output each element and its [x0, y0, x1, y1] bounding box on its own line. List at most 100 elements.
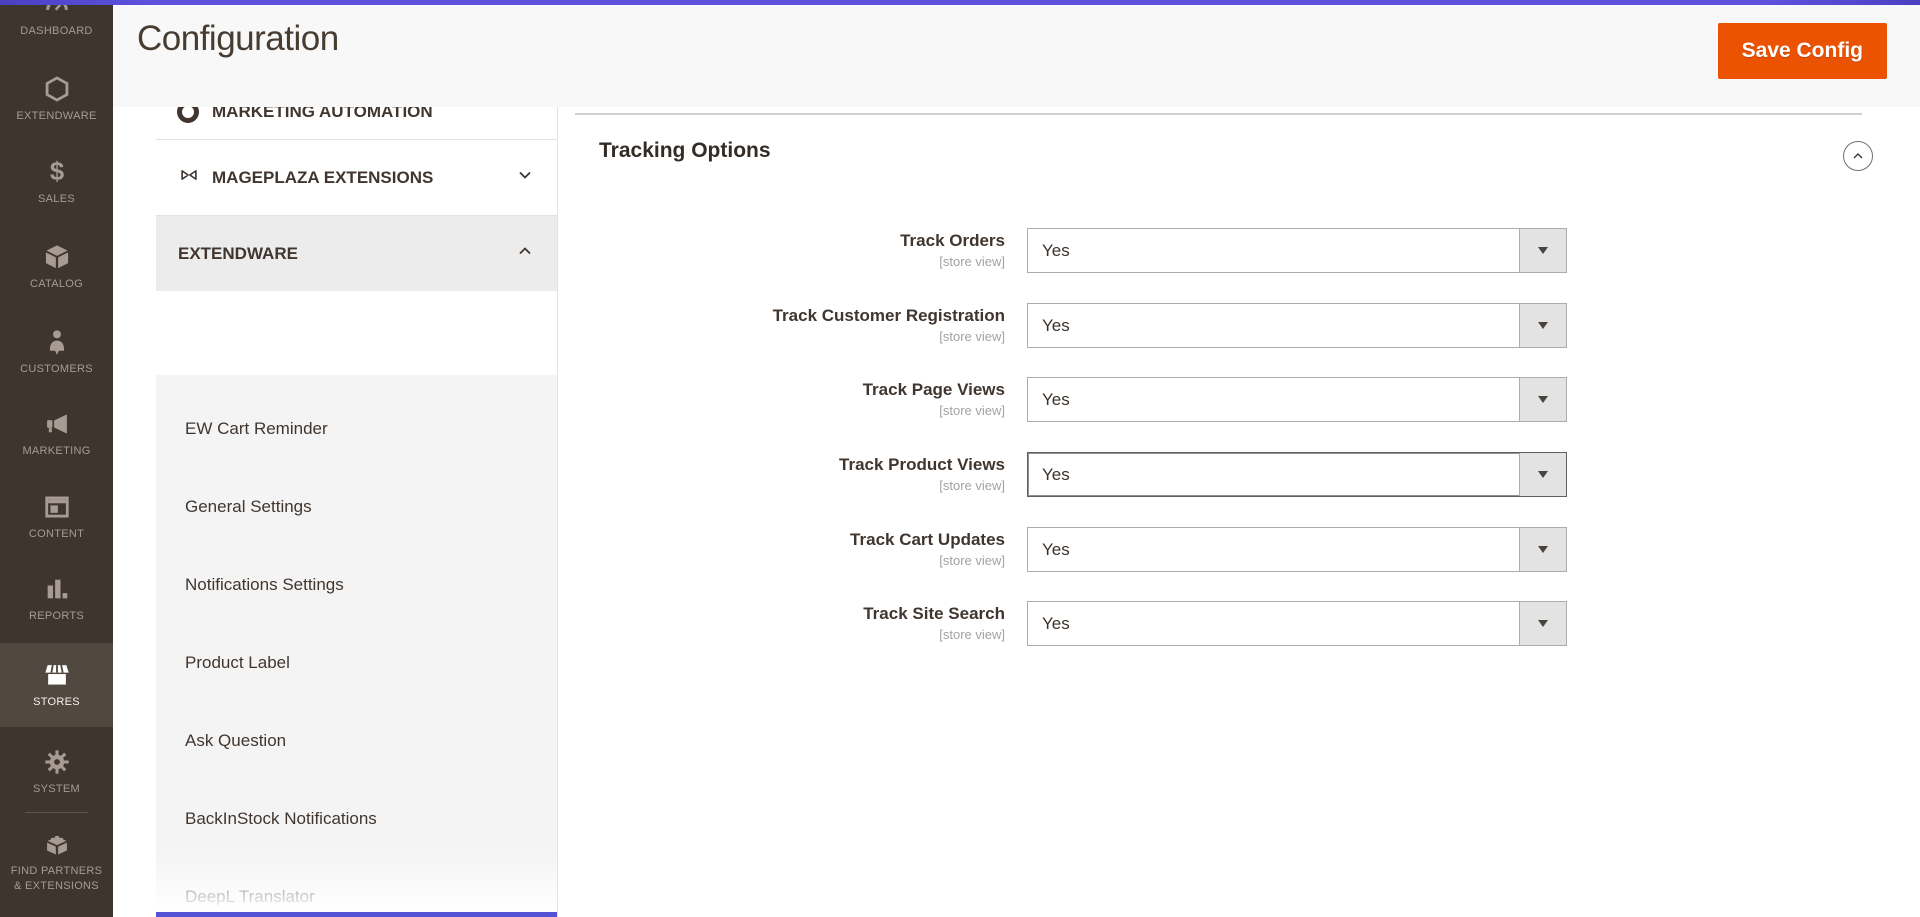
save-config-button[interactable]: Save Config: [1717, 23, 1887, 79]
dropdown-caret-icon: [1538, 471, 1548, 478]
config-row-track-customer-registration: Track Customer Registration [store view]…: [575, 303, 1675, 348]
sidebar-item-extendware[interactable]: EXTENDWARE: [0, 58, 113, 141]
config-nav-item-product-label[interactable]: Product Label: [156, 624, 557, 702]
sidebar-divider: [25, 812, 88, 813]
main-content: Tracking Options Track Orders [store vie…: [575, 107, 1920, 917]
chevron-down-icon: [515, 165, 535, 190]
config-nav-item-ask-question[interactable]: Ask Question: [156, 702, 557, 780]
track-site-search-select[interactable]: Yes: [1027, 601, 1567, 646]
field-label: Track Page Views: [862, 380, 1005, 399]
select-value: Yes: [1042, 241, 1070, 260]
field-label-block: Track Product Views [store view]: [575, 455, 1005, 493]
config-nav-item-backinstock-notifications[interactable]: BackInStock Notifications: [156, 780, 557, 858]
svg-text:$: $: [49, 158, 63, 186]
config-nav-item-label: General Settings: [185, 497, 312, 516]
select-value: Yes: [1042, 540, 1070, 559]
config-row-track-product-views: Track Product Views [store view] Yes: [575, 452, 1675, 497]
config-nav-panel: MARKETING AUTOMATION MAGEPLAZA EXTENSION…: [156, 84, 558, 917]
select-arrow-box: [1519, 229, 1566, 272]
field-scope: [store view]: [939, 552, 1005, 568]
dropdown-caret-icon: [1538, 546, 1548, 553]
field-scope: [store view]: [939, 328, 1005, 344]
track-page-views-select[interactable]: Yes: [1027, 377, 1567, 422]
field-label: Track Product Views: [839, 455, 1005, 474]
field-label-block: Track Page Views [store view]: [575, 380, 1005, 418]
field-scope: [store view]: [939, 626, 1005, 642]
select-value: Yes: [1042, 465, 1070, 484]
field-scope: [store view]: [939, 477, 1005, 493]
select-arrow-box: [1519, 602, 1566, 645]
sidebar-item-label: REPORTS: [28, 610, 85, 623]
catalog-icon: [43, 243, 71, 271]
sidebar-item-label: CATALOG: [29, 278, 84, 291]
chevron-up-icon: [1853, 153, 1863, 159]
sidebar-item-find-partners[interactable]: FIND PARTNERS & EXTENSIONS: [0, 817, 113, 907]
config-nav-item-label: EW Cart Reminder: [185, 419, 328, 438]
config-nav-group-label: EXTENDWARE: [178, 243, 298, 263]
config-nav-item-label: Product Label: [185, 653, 290, 672]
field-label-block: Track Cart Updates [store view]: [575, 530, 1005, 568]
track-product-views-select[interactable]: Yes: [1027, 452, 1567, 497]
track-customer-registration-select[interactable]: Yes: [1027, 303, 1567, 348]
field-label-block: Track Site Search [store view]: [575, 604, 1005, 642]
field-label-block: Track Orders [store view]: [575, 231, 1005, 269]
config-nav-group-mageplaza[interactable]: MAGEPLAZA EXTENSIONS: [156, 140, 557, 216]
sidebar-item-label: SALES: [38, 193, 75, 206]
select-arrow-box: [1519, 378, 1566, 421]
config-row-track-site-search: Track Site Search [store view] Yes: [575, 601, 1675, 646]
sidebar-item-customers[interactable]: CUSTOMERS: [0, 311, 113, 394]
config-row-track-cart-updates: Track Cart Updates [store view] Yes: [575, 527, 1675, 572]
sidebar-item-system[interactable]: SYSTEM: [0, 731, 113, 814]
dropdown-caret-icon: [1538, 620, 1548, 627]
page-title: Configuration: [137, 19, 339, 58]
top-accent-bar: [0, 0, 1920, 5]
content-icon: [43, 493, 71, 521]
sidebar-item-stores[interactable]: STORES: [0, 643, 113, 727]
field-label-block: Track Customer Registration [store view]: [575, 306, 1005, 344]
sales-icon: $: [43, 158, 71, 186]
system-gear-icon: [43, 748, 71, 776]
chevron-up-icon: [515, 241, 535, 266]
config-nav-item-general-settings[interactable]: General Settings: [156, 468, 557, 546]
config-nav-group-label: MAGEPLAZA EXTENSIONS: [212, 167, 434, 187]
select-value: Yes: [1042, 316, 1070, 335]
mageplaza-icon: [178, 164, 200, 191]
section-collapse-button[interactable]: [1843, 141, 1873, 171]
marketing-icon: [43, 410, 71, 438]
dropdown-caret-icon: [1538, 247, 1548, 254]
section-top-divider: [575, 113, 1862, 115]
dropdown-caret-icon: [1538, 396, 1548, 403]
track-cart-updates-select[interactable]: Yes: [1027, 527, 1567, 572]
config-row-track-page-views: Track Page Views [store view] Yes: [575, 377, 1675, 422]
sidebar-item-label: CONTENT: [28, 528, 85, 541]
find-partners-icon: [43, 830, 71, 858]
select-arrow-box: [1519, 453, 1566, 496]
sidebar-item-label: EXTENDWARE: [16, 110, 97, 123]
sidebar-item-content[interactable]: CONTENT: [0, 476, 113, 559]
sidebar-item-catalog[interactable]: CATALOG: [0, 226, 113, 309]
config-nav-item-ew-cart-reminder[interactable]: EW Cart Reminder: [156, 390, 557, 468]
main-sidebar: DASHBOARD EXTENDWARE $ SALES CATALOG CUS…: [0, 0, 113, 917]
nav-horizontal-scrollbar[interactable]: [156, 912, 557, 917]
sidebar-item-label: CUSTOMERS: [20, 363, 93, 376]
config-nav-item-deepl-translator[interactable]: DeepL Translator: [156, 858, 557, 917]
field-label: Track Orders: [900, 231, 1005, 250]
config-nav-group-extendware[interactable]: EXTENDWARE: [156, 216, 557, 291]
sidebar-item-reports[interactable]: REPORTS: [0, 558, 113, 641]
sidebar-item-sales[interactable]: $ SALES: [0, 141, 113, 224]
sidebar-item-label: DASHBOARD: [20, 25, 93, 38]
config-nav-item-notifications-settings[interactable]: Notifications Settings: [156, 546, 557, 624]
config-nav-item-label: BackInStock Notifications: [185, 809, 377, 828]
sidebar-item-dashboard[interactable]: DASHBOARD: [0, 0, 113, 56]
reports-icon: [43, 575, 71, 603]
field-label: Track Site Search: [863, 604, 1005, 623]
select-value: Yes: [1042, 614, 1070, 633]
config-nav-item-label: DeepL Translator: [185, 887, 315, 906]
field-scope: [store view]: [939, 253, 1005, 269]
select-arrow-box: [1519, 304, 1566, 347]
sidebar-item-marketing[interactable]: MARKETING: [0, 393, 113, 476]
extendware-icon: [43, 75, 71, 103]
section-title: Tracking Options: [599, 139, 771, 162]
sidebar-item-label: SYSTEM: [32, 783, 81, 796]
track-orders-select[interactable]: Yes: [1027, 228, 1567, 273]
